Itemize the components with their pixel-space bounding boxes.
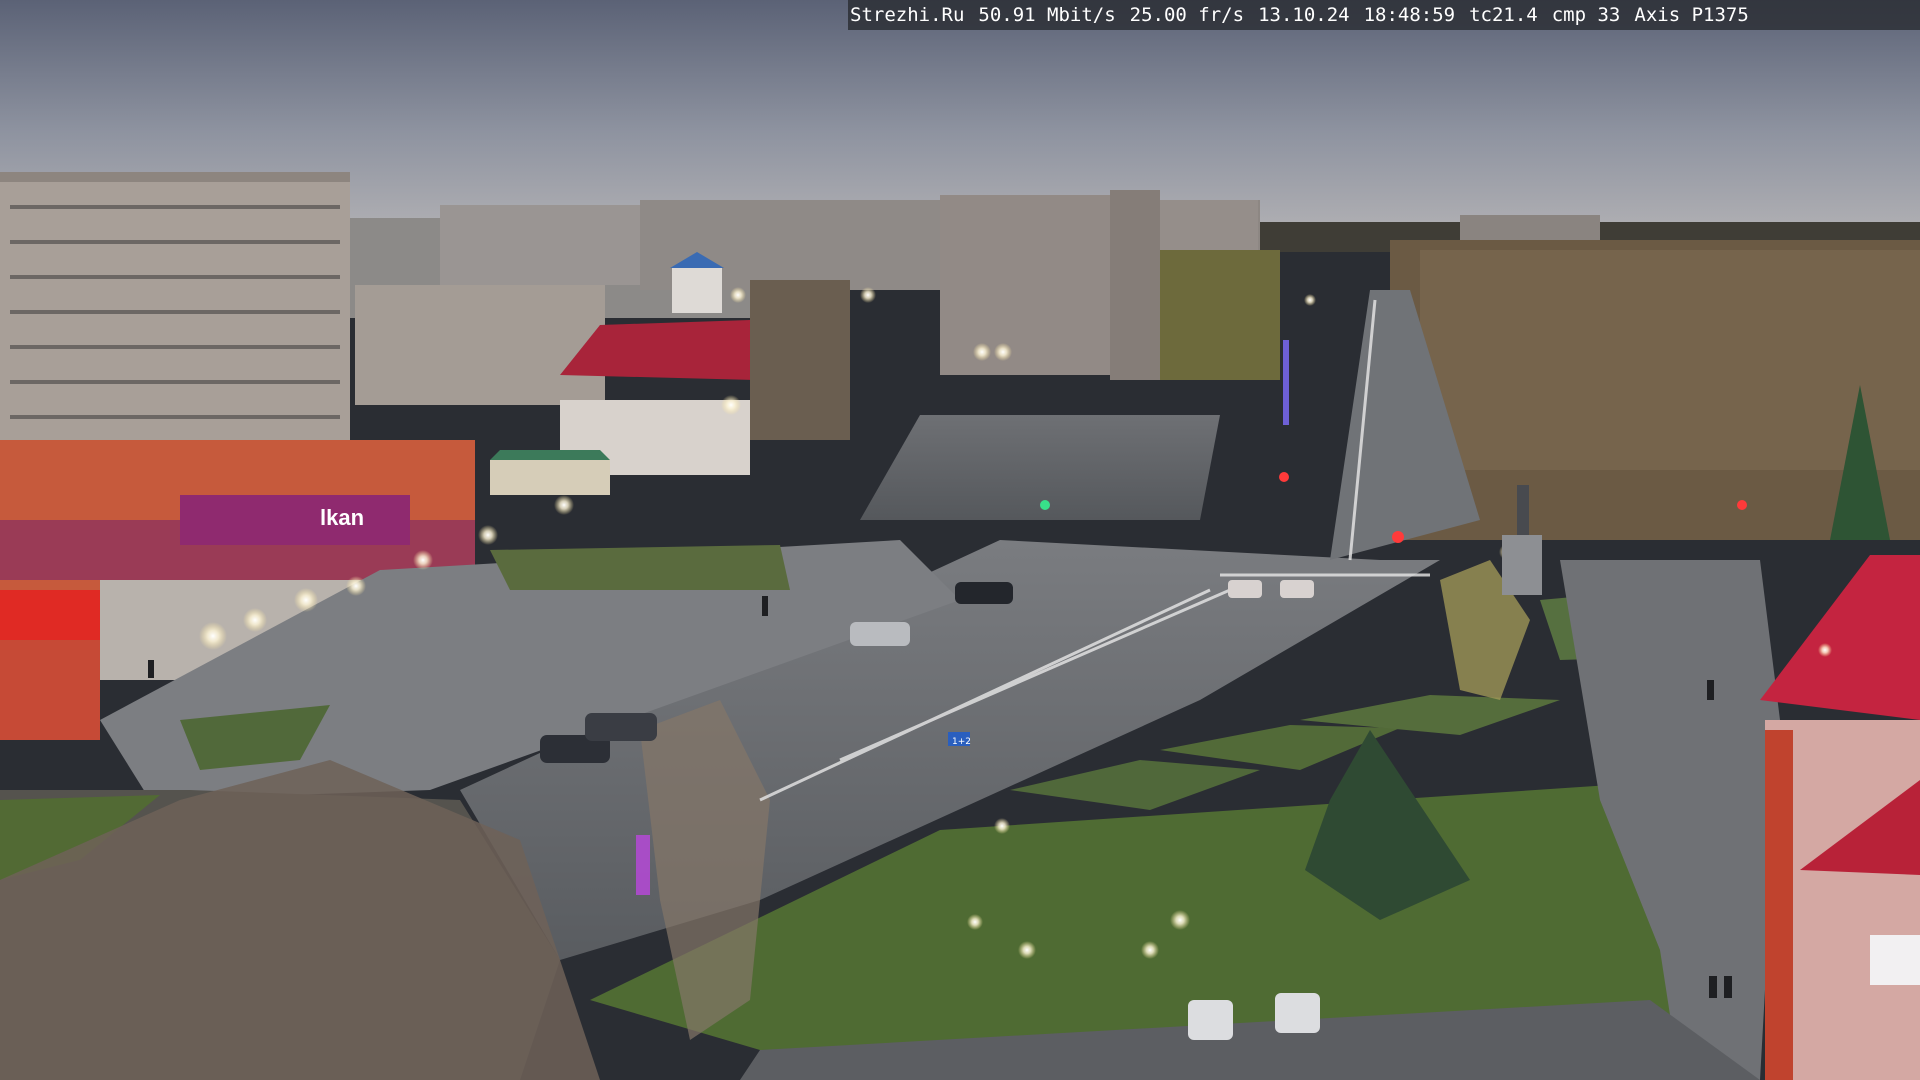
overlay-bitrate: 50.91 Mbit/s — [978, 4, 1116, 26]
holiday-lights-pole-2 — [1283, 340, 1289, 425]
store-sign-red — [0, 590, 100, 640]
car-red-light-1 — [1228, 580, 1262, 598]
overlay-site: Strezhi.Ru — [850, 4, 965, 26]
central-plaza — [860, 415, 1220, 520]
green-roof-kiosk — [490, 450, 610, 495]
car-silver — [850, 622, 910, 646]
overlay-cmp: cmp 33 — [1551, 4, 1621, 26]
road-sign-text: 1+2 — [952, 737, 971, 747]
overlay-date: 13.10.24 — [1258, 4, 1350, 26]
store-sign-banner — [180, 495, 410, 545]
overlay-framerate: 25.00 fr/s — [1129, 4, 1245, 26]
trees-center — [750, 280, 850, 440]
overlay-tc: tc21.4 — [1469, 4, 1538, 26]
foreground-right-building — [1760, 555, 1920, 1080]
car-dark-2 — [585, 713, 657, 741]
overlay-camera-model: Axis P1375 — [1634, 4, 1749, 26]
trees-center-right — [1160, 250, 1280, 380]
store-sign-text: lkan — [320, 505, 364, 530]
holiday-lights-pole-1 — [636, 835, 650, 895]
car-white-2 — [1275, 993, 1320, 1033]
mid-left-building — [355, 285, 605, 405]
grass-near-plaza — [490, 545, 790, 590]
car-white-1 — [1188, 1000, 1233, 1040]
car-dark-3 — [955, 582, 1013, 604]
webcam-scene: lkan 1+2 — [0, 0, 1920, 1080]
overlay-time: 18:48:59 — [1363, 4, 1456, 26]
camera-info-overlay: Strezhi.Ru 50.91 Mbit/s 25.00 fr/s 13.10.24… — [848, 0, 1920, 30]
car-red-light-2 — [1280, 580, 1314, 598]
